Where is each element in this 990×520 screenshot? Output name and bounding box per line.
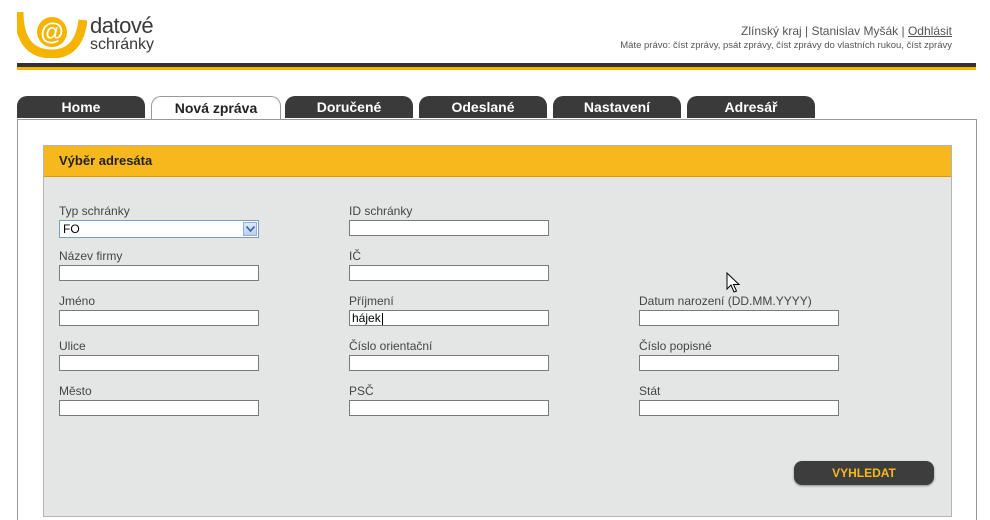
tab-adresar[interactable]: Adresář bbox=[687, 96, 815, 118]
region-label: Zlínský kraj bbox=[740, 24, 802, 38]
field-jmeno: Jméno bbox=[59, 294, 259, 326]
datum-narozeni-input[interactable] bbox=[639, 310, 839, 326]
separator: | bbox=[801, 24, 812, 38]
prijmeni-label: Příjmení bbox=[349, 294, 394, 308]
field-nazev-firmy: Název firmy bbox=[59, 249, 259, 281]
field-id-schranky: ID schránky bbox=[349, 204, 549, 236]
separator: | bbox=[898, 24, 908, 38]
user-name: Stanislav Myšák bbox=[811, 24, 899, 38]
field-ic: IČ bbox=[349, 249, 549, 281]
field-mesto: Město bbox=[59, 384, 259, 416]
ic-label: IČ bbox=[349, 249, 361, 263]
cislo-popisne-input[interactable] bbox=[639, 355, 839, 371]
tab-odeslane[interactable]: Odeslané bbox=[419, 96, 547, 118]
header-divider-accent bbox=[17, 67, 976, 70]
cislo-orientacni-input[interactable] bbox=[349, 355, 549, 371]
field-stat: Stát bbox=[639, 384, 839, 416]
prijmeni-value: hájek bbox=[352, 311, 381, 325]
tab-home[interactable]: Home bbox=[17, 96, 145, 118]
field-datum-narozeni: Datum narození (DD.MM.YYYY) bbox=[639, 294, 839, 326]
recipient-search-panel: Výběr adresáta Typ schránky FO Název fir… bbox=[43, 145, 952, 517]
psc-label: PSČ bbox=[349, 384, 374, 398]
rights-text: Máte právo: číst zprávy, psát zprávy, čí… bbox=[620, 40, 952, 51]
panel-title: Výběr adresáta bbox=[44, 146, 951, 177]
typ-schranky-value: FO bbox=[63, 222, 80, 236]
ic-input[interactable] bbox=[349, 265, 549, 281]
cislo-popisne-label: Číslo popisné bbox=[639, 339, 712, 353]
ulice-input[interactable] bbox=[59, 355, 259, 371]
prijmeni-input[interactable]: hájek bbox=[349, 310, 549, 326]
tab-nova-zprava[interactable]: Nová zpráva bbox=[151, 96, 281, 120]
content-frame: Výběr adresáta Typ schránky FO Název fir… bbox=[17, 119, 977, 520]
at-sign-logo-icon: @ bbox=[17, 11, 87, 58]
search-button[interactable]: VYHLEDAT bbox=[794, 461, 934, 485]
logout-link[interactable]: Odhlásit bbox=[908, 24, 952, 38]
typ-schranky-select[interactable]: FO bbox=[59, 220, 259, 238]
id-schranky-input[interactable] bbox=[349, 220, 549, 236]
field-typ-schranky: Typ schránky FO bbox=[59, 204, 259, 238]
mesto-input[interactable] bbox=[59, 400, 259, 416]
chevron-down-icon[interactable] bbox=[243, 222, 257, 236]
mouse-pointer-icon bbox=[726, 272, 740, 293]
mesto-label: Město bbox=[59, 384, 92, 398]
field-prijmeni: Příjmení hájek bbox=[349, 294, 549, 326]
typ-schranky-label: Typ schránky bbox=[59, 204, 130, 218]
text-caret bbox=[381, 312, 383, 325]
brand-line2: schránky bbox=[90, 36, 155, 53]
logo: @ datové schránky bbox=[17, 10, 177, 58]
field-cislo-orientacni: Číslo orientační bbox=[349, 339, 549, 371]
nazev-firmy-label: Název firmy bbox=[59, 249, 123, 263]
nazev-firmy-input[interactable] bbox=[59, 265, 259, 281]
field-cislo-popisne: Číslo popisné bbox=[639, 339, 839, 371]
ulice-label: Ulice bbox=[59, 339, 86, 353]
cislo-orientacni-label: Číslo orientační bbox=[349, 339, 433, 353]
field-ulice: Ulice bbox=[59, 339, 259, 371]
field-psc: PSČ bbox=[349, 384, 549, 416]
tab-nastaveni[interactable]: Nastavení bbox=[553, 96, 681, 118]
stat-label: Stát bbox=[639, 384, 661, 398]
datum-narozeni-label: Datum narození (DD.MM.YYYY) bbox=[639, 294, 812, 308]
user-info: Zlínský kraj | Stanislav Myšák | Odhlási… bbox=[741, 24, 952, 38]
tab-dorucene[interactable]: Doručené bbox=[285, 96, 413, 118]
stat-input[interactable] bbox=[639, 400, 839, 416]
id-schranky-label: ID schránky bbox=[349, 204, 413, 218]
psc-input[interactable] bbox=[349, 400, 549, 416]
jmeno-input[interactable] bbox=[59, 310, 259, 326]
svg-text:@: @ bbox=[40, 19, 63, 46]
jmeno-label: Jméno bbox=[59, 294, 96, 308]
